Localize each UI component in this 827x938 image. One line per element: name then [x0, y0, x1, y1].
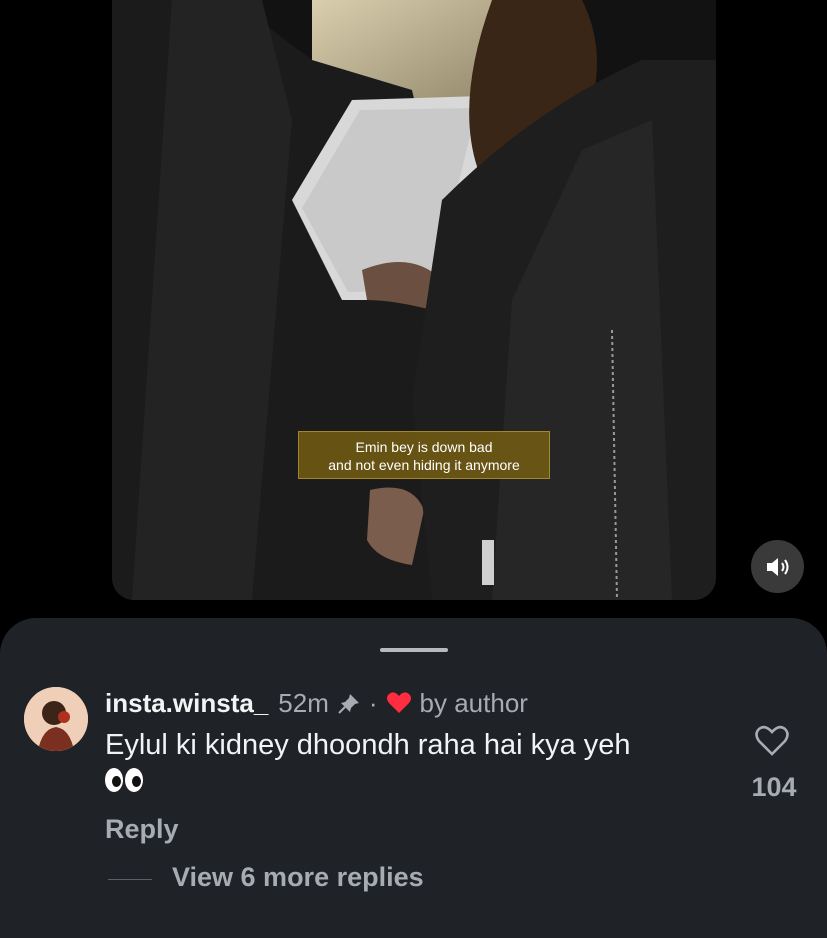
reply-button[interactable]: Reply: [105, 814, 179, 845]
separator-dot: ·: [368, 687, 378, 718]
video-frame: [112, 0, 716, 600]
liked-by-author: by author: [419, 687, 528, 718]
red-heart-icon: [386, 692, 411, 713]
avatar[interactable]: [24, 687, 88, 751]
comment-meta: insta.winsta_ 52m · by author: [105, 686, 528, 720]
avatar-image: [24, 687, 88, 751]
video-caption: Emin bey is down bad and not even hiding…: [298, 431, 550, 479]
comment-text: Eylul ki kidney dhoondh raha hai kya yeh: [105, 729, 631, 761]
like-count: 104: [751, 772, 797, 802]
mute-button[interactable]: [751, 540, 804, 593]
video-player[interactable]: Emin bey is down bad and not even hiding…: [112, 0, 716, 600]
sheet-drag-handle[interactable]: [380, 648, 448, 652]
speaker-icon: [766, 557, 788, 576]
like-heart-icon[interactable]: [754, 724, 790, 758]
username[interactable]: insta.winsta_: [105, 688, 268, 719]
pin-icon: [338, 694, 359, 714]
comments-sheet: insta.winsta_ 52m · by author Eylul ki k…: [0, 618, 827, 938]
caption-line-2: and not even hiding it anymore: [328, 457, 520, 473]
eyes-emoji: [105, 768, 143, 792]
comment-time: 52m: [278, 687, 329, 718]
caption-line-1: Emin bey is down bad: [355, 439, 493, 455]
replies-divider: [108, 879, 152, 880]
view-more-replies-button[interactable]: View 6 more replies: [172, 862, 424, 893]
comment-text-block: Eylul ki kidney dhoondh raha hai kya yeh: [105, 726, 725, 802]
